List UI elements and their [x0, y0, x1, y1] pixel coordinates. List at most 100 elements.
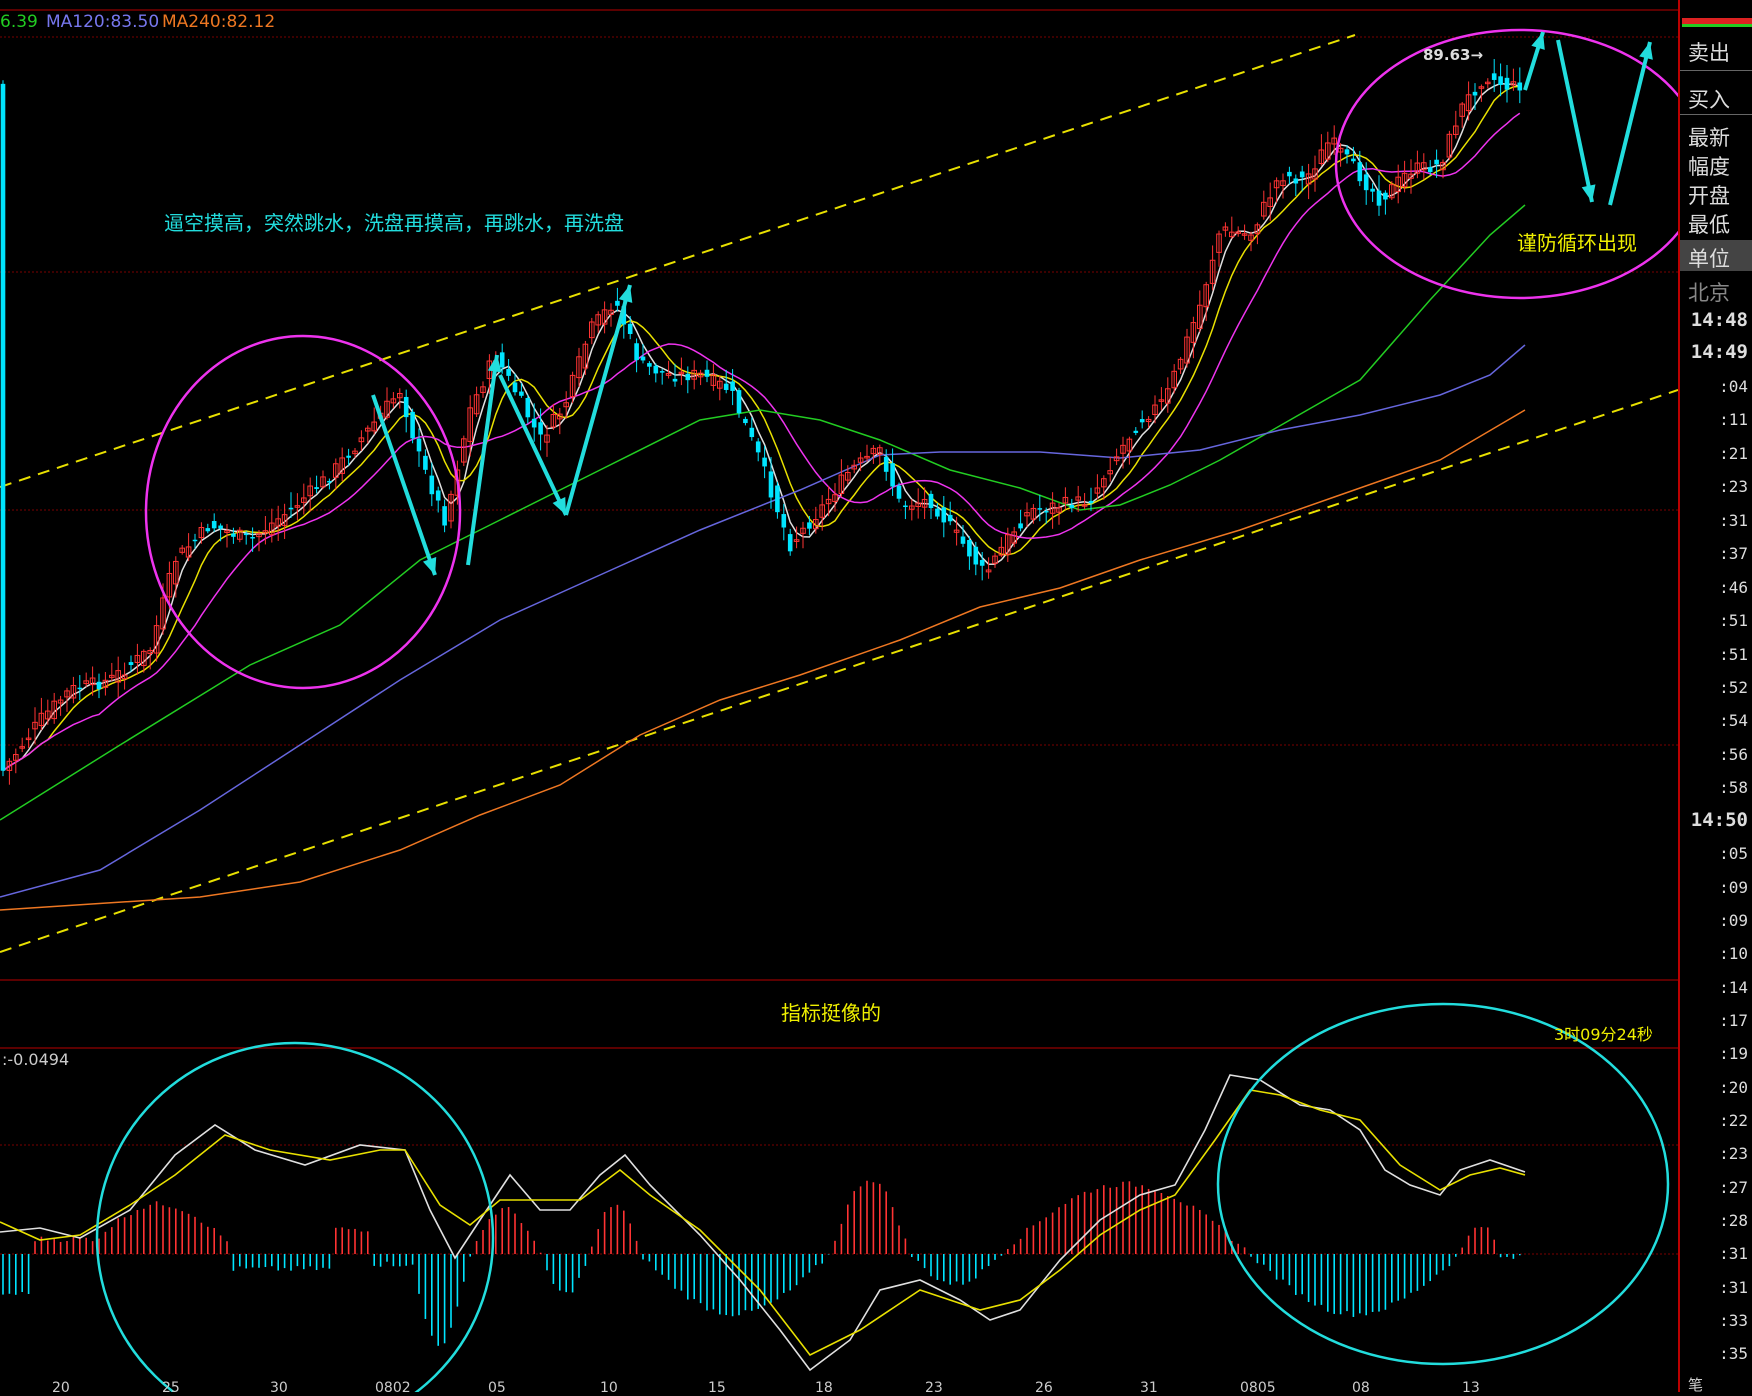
- range-label: 幅度: [1688, 155, 1730, 179]
- tick-time: :23: [1719, 477, 1748, 496]
- candle-body: [941, 507, 947, 523]
- candle-body: [423, 455, 428, 470]
- tick-time: :20: [1719, 1078, 1748, 1097]
- candle-body: [685, 373, 691, 381]
- candle-body: [499, 352, 505, 368]
- x-tick-label: 18: [815, 1380, 833, 1396]
- candle-body: [967, 540, 972, 557]
- candle-body: [410, 411, 415, 439]
- candle-body: [1344, 149, 1350, 155]
- ma240-label: MA240:82.12: [162, 12, 276, 32]
- candle-body: [627, 323, 633, 335]
- buy-label[interactable]: 买入: [1688, 84, 1730, 114]
- candle-body: [314, 487, 319, 489]
- tick-time: :46: [1719, 578, 1748, 597]
- tick-time: :35: [1719, 1344, 1748, 1363]
- candle-body: [327, 480, 332, 483]
- candle-body: [0, 83, 6, 771]
- price-high-label: 89.63→: [1423, 46, 1484, 64]
- tick-time: :19: [1719, 1044, 1748, 1063]
- candle-body: [525, 397, 531, 418]
- arrow-down-2: [498, 374, 568, 516]
- tick-time: 14:49: [1690, 341, 1748, 363]
- tick-time: :54: [1719, 711, 1748, 730]
- tick-time: :23: [1719, 1144, 1748, 1163]
- candle-body: [935, 508, 940, 517]
- candle-body: [736, 390, 742, 414]
- candle-body: [743, 418, 748, 424]
- unit-label: 单位: [1688, 247, 1730, 271]
- tick-time: :58: [1719, 778, 1748, 797]
- candle-body: [775, 485, 780, 513]
- cyan-circle-right: [1216, 1002, 1670, 1366]
- candle-body: [928, 493, 934, 509]
- tick-time: :28: [1719, 1211, 1748, 1230]
- macd-panel: [0, 1074, 1526, 1372]
- candle-body: [903, 505, 908, 508]
- x-tick-label: 31: [1140, 1380, 1158, 1396]
- tick-time: :04: [1719, 377, 1748, 396]
- beijing-label: 北京: [1688, 281, 1730, 305]
- candle-body: [1472, 91, 1478, 96]
- candle-body: [1376, 190, 1382, 206]
- tick-time: :09: [1719, 911, 1748, 930]
- tick-time: :27: [1719, 1178, 1748, 1197]
- tick-time: :31: [1719, 511, 1748, 530]
- candle-body: [403, 396, 409, 418]
- candle-body: [659, 371, 665, 373]
- candle-body: [1351, 158, 1356, 162]
- x-tick-label: 26: [1035, 1380, 1053, 1396]
- channel-upper: [0, 34, 1356, 488]
- tick-time: :31: [1719, 1278, 1748, 1297]
- candle-body: [1037, 508, 1043, 510]
- macd-dea-line: [0, 1089, 1526, 1357]
- candle-body: [506, 368, 511, 376]
- candle-body: [512, 382, 518, 393]
- candle-body: [807, 522, 812, 529]
- sidebar-top-bar-green: [1682, 24, 1752, 27]
- candle-body: [429, 475, 435, 495]
- ma60-line: [0, 204, 1526, 821]
- sell-label[interactable]: 卖出: [1688, 37, 1730, 67]
- tick-time: 14:48: [1690, 309, 1748, 331]
- arrow-down-1: [371, 394, 437, 576]
- tick-time: :21: [1719, 444, 1748, 463]
- indicator-text: 指标挺像的: [781, 1001, 881, 1025]
- latest-label: 最新: [1688, 126, 1730, 150]
- candle-body: [77, 687, 83, 690]
- candle-body: [1018, 523, 1023, 529]
- trade-sidebar: 卖出 买入 最新 幅度 开盘 最低 单位 北京 14:48 14:49:04:11…: [1678, 0, 1752, 1394]
- candle-body: [1088, 500, 1094, 504]
- x-tick-label: 20: [52, 1380, 70, 1396]
- candle-body: [243, 533, 249, 536]
- candle-body: [1287, 171, 1292, 177]
- candle-body: [1139, 419, 1145, 423]
- candle-body: [538, 422, 543, 435]
- candle-body: [749, 427, 755, 438]
- candle-body: [896, 485, 902, 499]
- candle-body: [1504, 77, 1510, 90]
- x-tick-label: 0805: [1240, 1380, 1276, 1396]
- candle-body: [653, 365, 659, 374]
- x-tick-label: 25: [162, 1380, 180, 1396]
- x-tick-label: 0802: [375, 1380, 411, 1396]
- candle-body: [1363, 174, 1369, 191]
- timer-label: 3时09分24秒: [1554, 1025, 1653, 1044]
- x-tick-label: 13: [1462, 1380, 1480, 1396]
- candle-body: [192, 539, 198, 542]
- tick-time: :14: [1719, 978, 1748, 997]
- candle-body: [947, 514, 953, 522]
- grid-lines: [0, 9, 1678, 1255]
- candle-body: [960, 536, 966, 544]
- ma60-label: 6.39: [0, 12, 38, 32]
- candle-body: [288, 507, 294, 510]
- candle-body: [519, 391, 524, 396]
- candle-body: [435, 490, 441, 501]
- candle-body: [1293, 178, 1299, 184]
- tick-time: :22: [1719, 1111, 1748, 1130]
- candle-body: [96, 681, 102, 690]
- candle-body: [1517, 82, 1523, 91]
- x-tick-label: 30: [270, 1380, 288, 1396]
- candle-body: [1427, 167, 1433, 173]
- candle-body: [787, 534, 793, 552]
